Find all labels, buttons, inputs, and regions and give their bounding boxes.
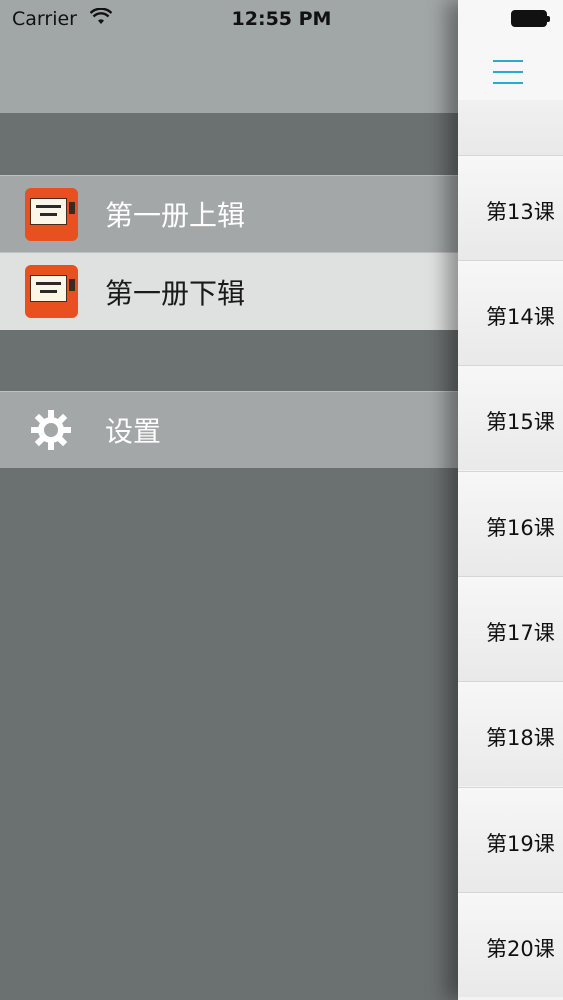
- list-item[interactable]: 第19课: [458, 787, 563, 892]
- list-item[interactable]: 第14课: [458, 260, 563, 365]
- list-item[interactable]: 第15课: [458, 365, 563, 470]
- lesson-label: 第18课: [486, 726, 555, 750]
- gear-icon: [29, 408, 73, 452]
- lesson-label: 第13课: [486, 200, 555, 224]
- drawer-item-volume1-part2[interactable]: 第一册下辑: [0, 252, 458, 330]
- list-item[interactable]: 第17课: [458, 576, 563, 681]
- drawer-item-label: 设置: [105, 415, 162, 448]
- list-item[interactable]: 第20课: [458, 892, 563, 997]
- lesson-label: 第20课: [486, 937, 555, 961]
- lesson-label: 第19课: [486, 832, 555, 856]
- lesson-label: 第17课: [486, 621, 555, 645]
- drawer-item-label: 第一册下辑: [105, 276, 246, 310]
- lesson-list-panel: 第13课 第14课 第15课 第16课 第17课 第18课 第19课 第20课: [458, 0, 563, 1000]
- lesson-label: 第16课: [486, 516, 555, 540]
- list-item[interactable]: 第16课: [458, 471, 563, 576]
- clock: 12:55 PM: [231, 8, 332, 30]
- hamburger-menu-icon[interactable]: [493, 60, 523, 84]
- book-icon: [25, 265, 78, 318]
- lesson-label: 第15课: [486, 410, 555, 434]
- drawer-item-label: 第一册上辑: [105, 199, 246, 232]
- side-drawer: 第一册上辑 第一册下辑 设置: [0, 0, 458, 1000]
- status-bar: Carrier 12:55 PM: [0, 0, 563, 38]
- list-item[interactable]: 第13课: [458, 155, 563, 260]
- list-item[interactable]: 第18课: [458, 681, 563, 786]
- battery-icon: [511, 10, 550, 27]
- lesson-label: 第14课: [486, 305, 555, 329]
- book-icon: [25, 187, 78, 241]
- drawer-item-settings[interactable]: 设置: [0, 391, 458, 468]
- drawer-item-volume1-part1[interactable]: 第一册上辑: [0, 175, 458, 252]
